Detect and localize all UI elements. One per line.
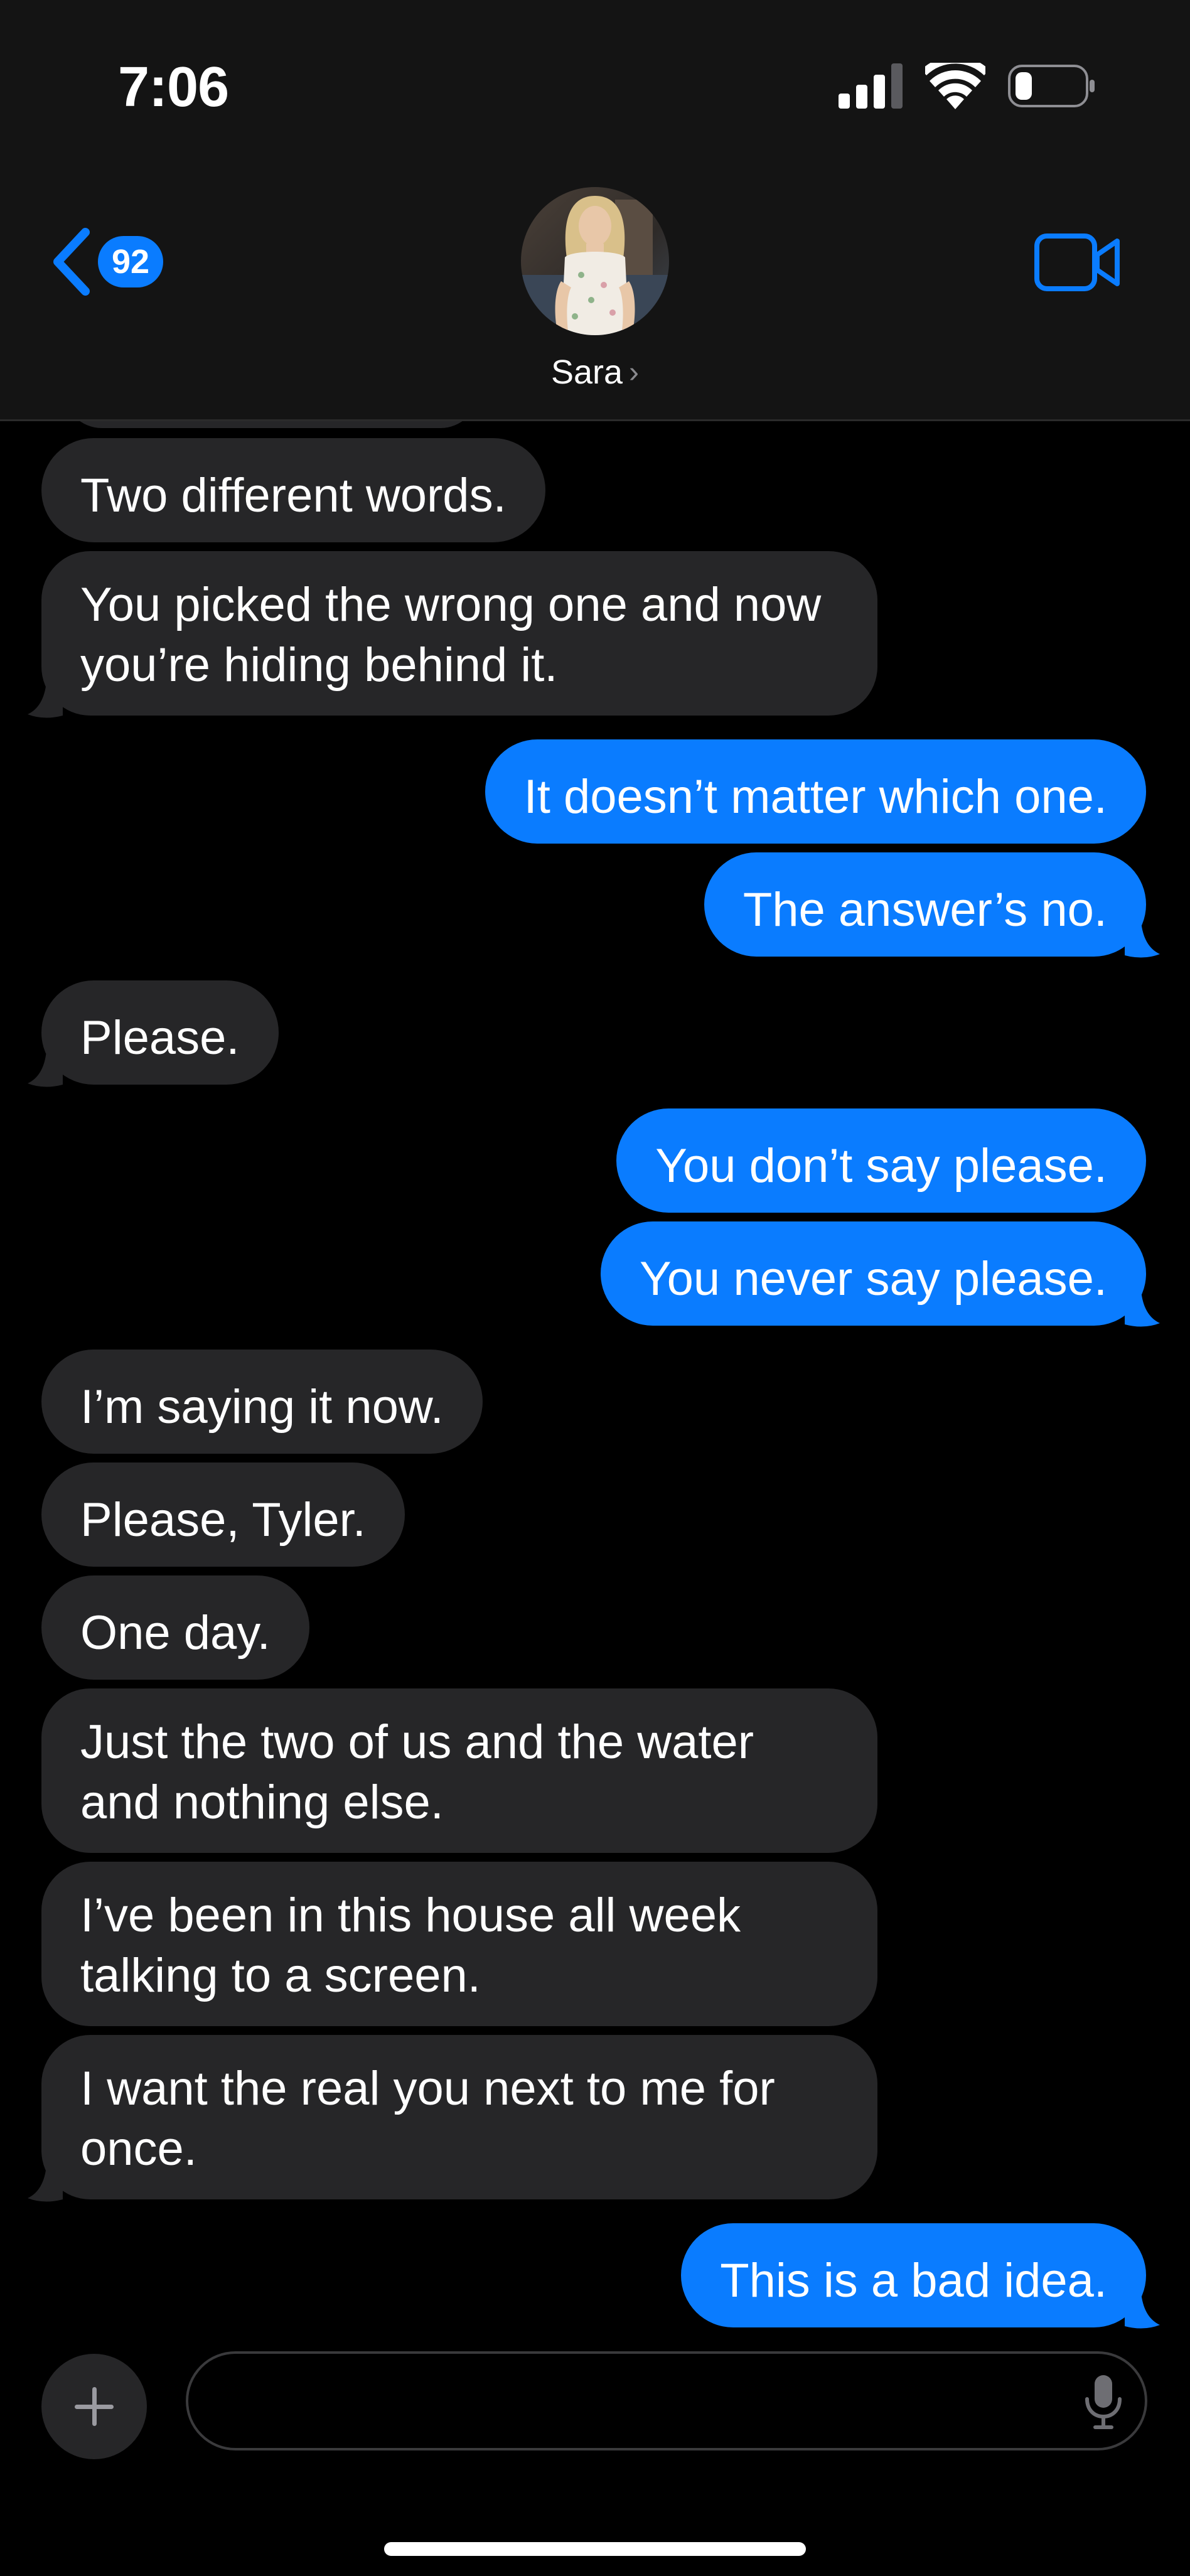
outgoing-message[interactable]: This is a bad idea. [681,2223,1146,2327]
avatar[interactable] [521,187,669,335]
outgoing-message[interactable]: You never say please. [600,1221,1146,1326]
outgoing-message[interactable]: It doesn’t matter which one. [485,739,1146,844]
compose-bar [0,2335,1190,2576]
contact-photo [521,187,669,335]
outgoing-bubble-tail [1125,921,1160,958]
wifi-icon [925,63,985,109]
incoming-bubble-tail [28,1051,63,1087]
battery-icon [1008,65,1095,107]
incoming-message[interactable]: One day. [41,1575,309,1680]
incoming-message[interactable]: Just the two of us and the water and not… [41,1688,877,1853]
navigation-header: 7:06 92 Sara › [0,0,1190,421]
video-camera-icon [1034,233,1120,291]
incoming-message[interactable]: Please. [41,980,279,1085]
home-indicator [384,2542,806,2556]
contact-name-button[interactable]: Sara › [0,353,1190,392]
microphone-icon [1085,2375,1122,2429]
dictation-button[interactable] [1083,2374,1123,2435]
unread-count-badge: 92 [98,236,163,287]
contact-name: Sara [550,353,623,391]
incoming-message[interactable]: I’ve been in this house all week talking… [41,1862,877,2026]
outgoing-message[interactable]: You don’t say please. [616,1108,1146,1213]
incoming-message[interactable]: Two different words. [41,438,545,542]
message-input[interactable] [186,2351,1147,2450]
incoming-bubble-tail [28,682,63,718]
incoming-bubble-tail [28,2165,63,2202]
incoming-message[interactable]: You picked the wrong one and now you’re … [41,551,877,716]
video-call-button[interactable] [1034,233,1121,294]
back-button[interactable]: 92 [49,227,163,296]
incoming-message[interactable]: I want the real you next to me for once. [41,2035,877,2199]
outgoing-message[interactable]: The answer’s no. [704,852,1146,957]
cellular-signal-icon [839,63,903,109]
outgoing-bubble-tail [1125,1291,1160,1327]
add-attachment-button[interactable] [41,2354,147,2459]
status-time: 7:06 [118,56,229,119]
chevron-right-icon: › [629,356,640,389]
incoming-message[interactable]: I’m saying it now. [41,1350,483,1454]
status-icons [839,63,1096,109]
incoming-message[interactable]: Please, Tyler. [41,1462,405,1567]
outgoing-bubble-tail [1125,2292,1160,2329]
chevron-left-icon [53,228,90,296]
